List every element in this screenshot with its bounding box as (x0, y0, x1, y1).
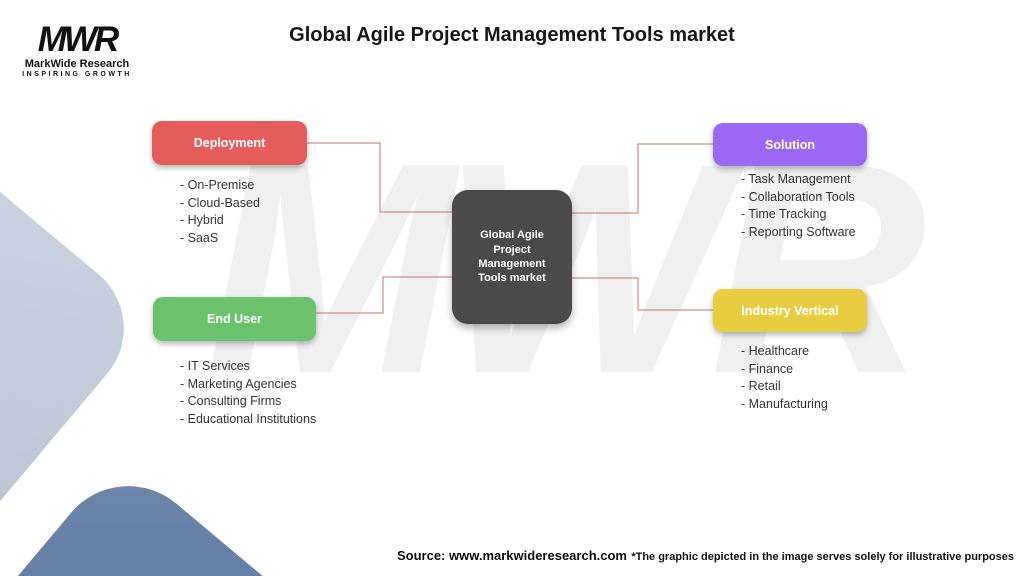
connector-deployment (307, 142, 455, 213)
list-item: - Finance (741, 361, 794, 376)
list-item: - Consulting Firms (180, 394, 282, 408)
node-end-user-label: End User (207, 312, 262, 326)
node-deployment: Deployment (152, 121, 307, 165)
connector-enduser (316, 276, 455, 314)
deployment-item-list: - On-Premise - Cloud-Based - Hybrid - Sa… (180, 177, 260, 247)
node-industry-vertical-label: Industry Vertical (741, 303, 839, 318)
node-solution: Solution (713, 123, 867, 166)
list-item: - Collaboration Tools (741, 189, 855, 204)
node-center-label: Global Agile Project Management Tools ma… (478, 229, 546, 285)
end-user-item-list: - IT Services - Marketing Agencies - Con… (180, 358, 316, 428)
logo-name: MarkWide Research (24, 58, 130, 70)
list-item: - Hybrid (180, 213, 224, 227)
list-item: - IT Services (180, 359, 250, 373)
solution-item-list: - Task Management - Collaboration Tools … (741, 171, 856, 241)
disclaimer-text: *The graphic depicted in the image serve… (631, 551, 1014, 563)
infographic-canvas: MWR MWR MarkWide Research INSPIRING GROW… (0, 0, 1024, 576)
node-end-user: End User (153, 297, 316, 341)
list-item: - On-Premise (180, 178, 255, 192)
industry-vertical-item-list: - Healthcare - Finance - Retail - Manufa… (741, 343, 828, 413)
list-item: - Manufacturing (741, 396, 828, 411)
list-item: - Task Management (741, 172, 851, 186)
list-item: - Reporting Software (741, 224, 856, 239)
page-title: Global Agile Project Management Tools ma… (289, 24, 735, 46)
list-item: - Cloud-Based (180, 195, 260, 210)
node-deployment-label: Deployment (193, 136, 266, 150)
logo-tagline: INSPIRING GROWTH (22, 71, 132, 78)
connector-industry (566, 277, 715, 311)
list-item: - Time Tracking (741, 207, 827, 221)
node-center-market: Global Agile Project Management Tools ma… (452, 190, 572, 324)
connector-solution (566, 143, 715, 214)
node-industry-vertical: Industry Vertical (713, 289, 867, 332)
list-item: - Healthcare (741, 344, 810, 358)
list-item: - Educational Institutions (180, 411, 317, 426)
list-item: - Retail (741, 379, 781, 393)
list-item: - Marketing Agencies (180, 376, 297, 391)
list-item: - SaaS (180, 230, 219, 245)
node-solution-label: Solution (765, 137, 815, 152)
